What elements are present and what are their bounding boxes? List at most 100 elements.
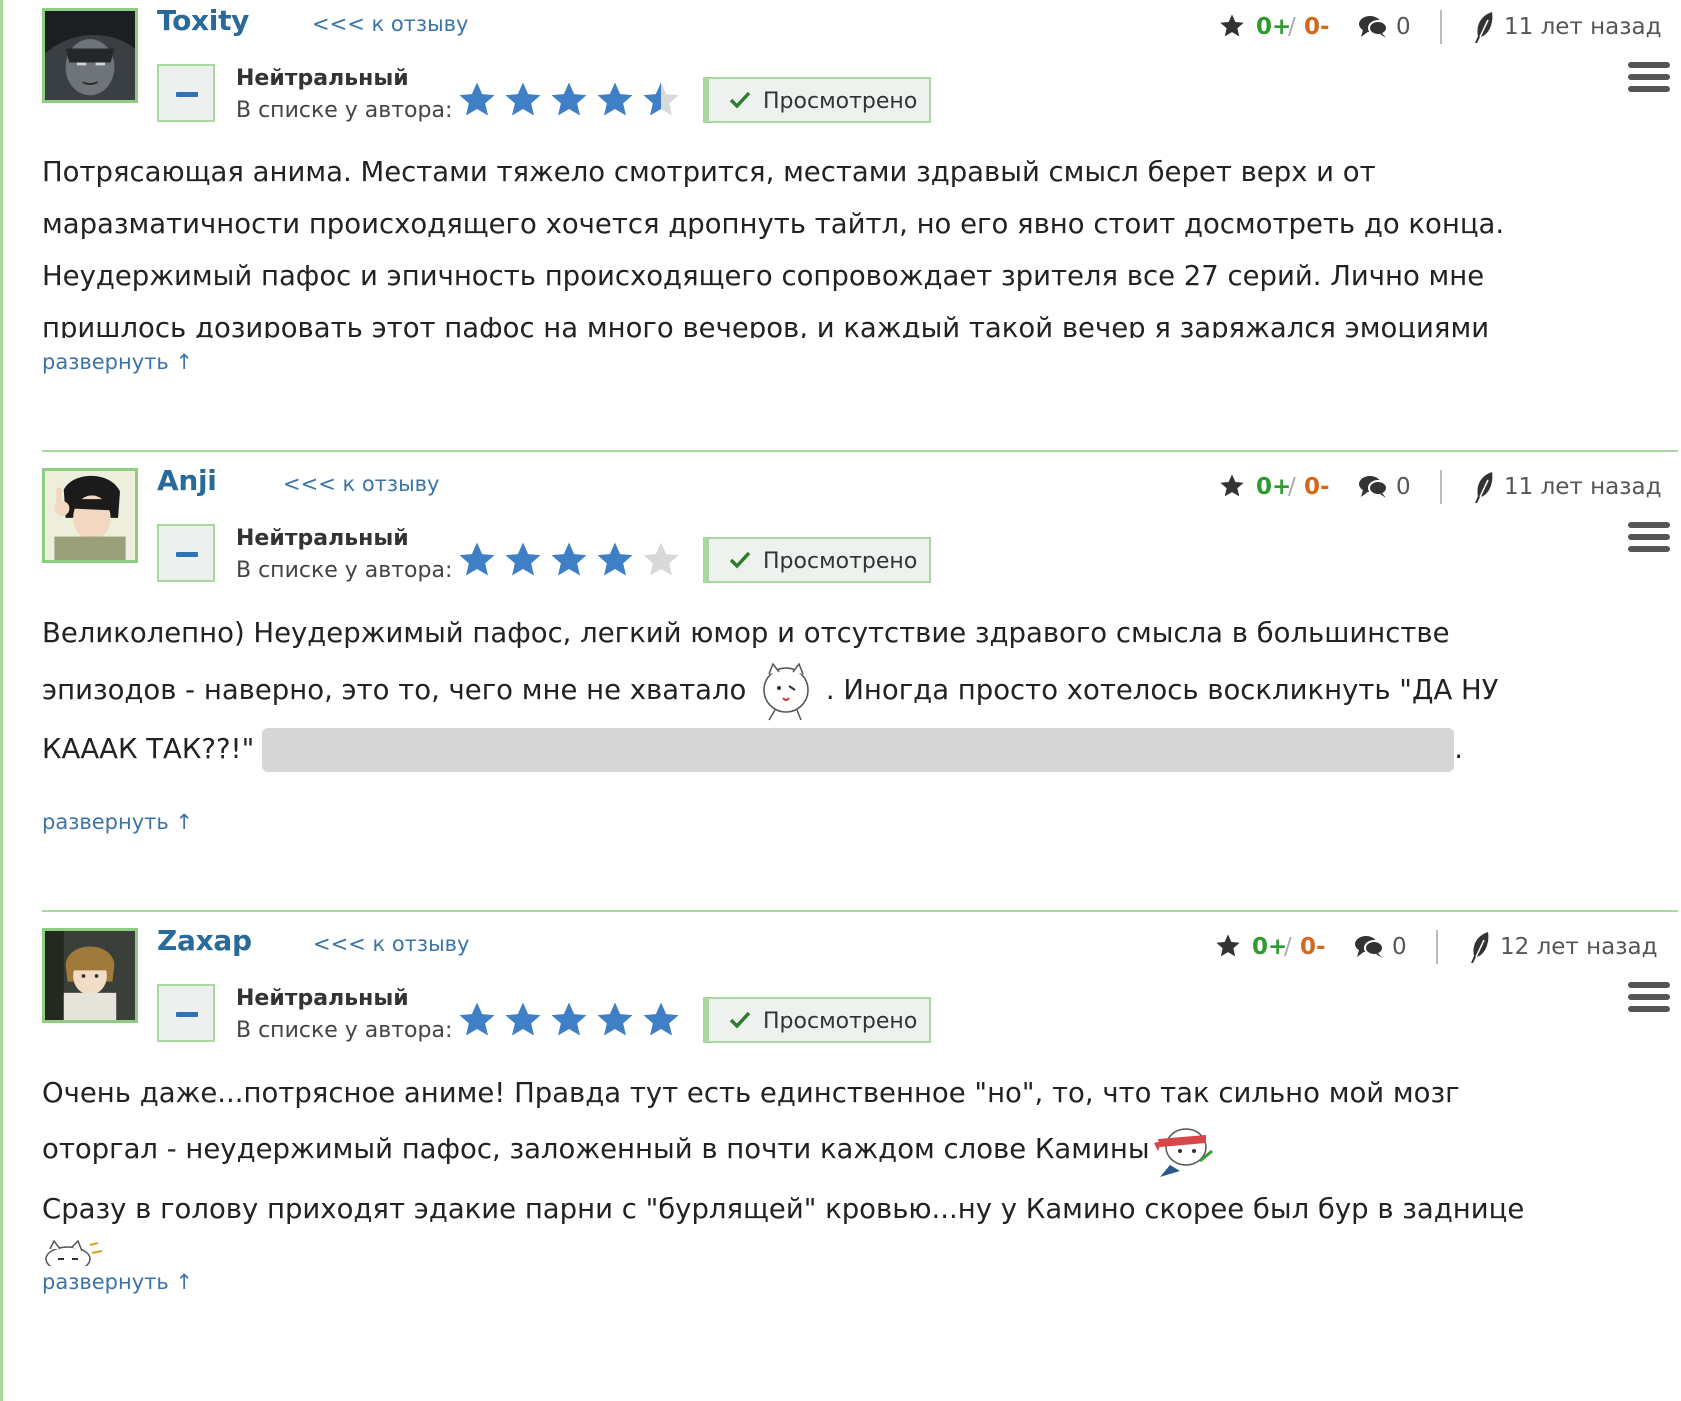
review-line: пришлось дозировать этот пафос на много …	[42, 312, 1490, 338]
watched-status-label: Просмотрено	[763, 89, 918, 114]
star-icon	[597, 82, 633, 116]
username[interactable]: Toxity	[157, 4, 249, 37]
star-icon	[551, 1002, 587, 1036]
review-meta: 0+ / 0- 0 12 лет назад	[1174, 930, 1674, 970]
back-to-review-link[interactable]: <<< к отзыву	[312, 12, 468, 36]
minus-icon	[176, 552, 198, 557]
cat-emoticon-icon	[763, 662, 809, 721]
rating-stars	[456, 1000, 682, 1040]
star-icon	[1216, 934, 1240, 957]
review-card: Zaxap <<< к отзыву 0+ / 0- 0 12 лет наза…	[42, 910, 1678, 1401]
watched-status-button[interactable]: Просмотрено	[703, 997, 931, 1043]
empty-star-icon	[643, 542, 679, 576]
feather-icon	[1475, 12, 1493, 43]
comments-count: 0	[1396, 474, 1411, 500]
review-line: Сразу в голову приходят эдакие парни с "…	[42, 1193, 1525, 1225]
ninja-emoticon-icon	[1153, 1128, 1213, 1177]
star-icon	[1220, 14, 1244, 37]
neutral-rating-button[interactable]	[157, 64, 215, 122]
star-icon	[505, 82, 541, 116]
rating-stars	[456, 540, 682, 580]
review-line: Очень даже...потрясное аниме! Правда тут…	[42, 1077, 1460, 1109]
watched-status-label: Просмотрено	[763, 549, 918, 574]
menu-icon[interactable]	[1628, 982, 1670, 1016]
vote-minus[interactable]: 0-	[1304, 14, 1330, 40]
review-line: эпизодов - наверно, это то, чего мне не …	[42, 674, 747, 706]
neutral-rating-button[interactable]	[157, 984, 215, 1042]
expand-link[interactable]: развернуть ↑	[42, 810, 193, 834]
check-icon	[729, 551, 751, 569]
feather-icon	[1471, 932, 1489, 963]
star-icon	[551, 82, 587, 116]
vote-minus[interactable]: 0-	[1300, 934, 1326, 960]
neutral-rating-button[interactable]	[157, 524, 215, 582]
review-type: Нейтральный	[236, 526, 409, 551]
watched-status-button[interactable]: Просмотрено	[703, 77, 931, 123]
divider	[1436, 930, 1438, 964]
in-author-list-label: В списке у автора:	[236, 98, 453, 123]
review-line: Великолепно) Неудержимый пафос, легкий ю…	[42, 617, 1450, 649]
half-star-icon	[643, 82, 679, 116]
minus-icon	[176, 92, 198, 97]
review-line: . Иногда просто хотелось воскликнуть "ДА…	[825, 674, 1499, 706]
review-meta: 0+ / 0- 0 11 лет назад	[1178, 10, 1678, 50]
star-icon	[1220, 474, 1244, 497]
comments-icon[interactable]	[1358, 14, 1388, 40]
minus-icon	[176, 1012, 198, 1017]
star-icon	[459, 82, 495, 116]
watched-status-label: Просмотрено	[763, 1009, 918, 1034]
review-line: оторгал - неудержимый пафос, заложенный …	[42, 1133, 1150, 1165]
check-icon	[729, 91, 751, 109]
vote-plus[interactable]: 0+	[1256, 474, 1291, 500]
username[interactable]: Zaxap	[157, 924, 252, 957]
back-to-review-link[interactable]: <<< к отзыву	[313, 932, 469, 956]
star-icon	[551, 542, 587, 576]
star-icon	[643, 1002, 679, 1036]
review-separator	[42, 910, 1678, 912]
vote-plus[interactable]: 0+	[1256, 14, 1291, 40]
watched-status-button[interactable]: Просмотрено	[703, 537, 931, 583]
review-type: Нейтральный	[236, 986, 409, 1011]
review-text: Очень даже...потрясное аниме! Правда тут…	[42, 1066, 1547, 1266]
rating-stars	[456, 80, 682, 120]
divider	[1440, 470, 1442, 504]
review-type: Нейтральный	[236, 66, 409, 91]
vote-minus[interactable]: 0-	[1304, 474, 1330, 500]
vote-plus[interactable]: 0+	[1252, 934, 1287, 960]
comments-count: 0	[1392, 934, 1407, 960]
star-icon	[597, 542, 633, 576]
spoiler-block[interactable]	[262, 728, 1455, 772]
review-card: Anji <<< к отзыву 0+ / 0- 0 11 лет назад…	[42, 450, 1678, 920]
comments-icon[interactable]	[1358, 474, 1388, 500]
vote-separator: /	[1284, 934, 1292, 960]
vote-separator: /	[1288, 14, 1296, 40]
in-author-list-label: В списке у автора:	[236, 1018, 453, 1043]
avatar[interactable]	[42, 468, 138, 563]
avatar[interactable]	[42, 928, 138, 1023]
review-line: маразматичности происходящего хочется др…	[42, 208, 1505, 240]
vote-separator: /	[1288, 474, 1296, 500]
review-date: 11 лет назад	[1504, 474, 1662, 500]
cat-emoticon-icon	[45, 1239, 103, 1266]
comments-icon[interactable]	[1354, 934, 1384, 960]
username[interactable]: Anji	[157, 464, 217, 497]
left-border	[0, 0, 3, 1401]
expand-link[interactable]: развернуть ↑	[42, 1270, 193, 1294]
review-text: Великолепно) Неудержимый пафос, легкий ю…	[42, 606, 1547, 802]
divider	[1440, 10, 1442, 44]
review-text: Потрясающая анима. Местами тяжело смотри…	[42, 146, 1547, 338]
feather-icon	[1475, 472, 1493, 503]
back-to-review-link[interactable]: <<< к отзыву	[283, 472, 439, 496]
avatar[interactable]	[42, 8, 138, 103]
review-line: .	[1454, 733, 1463, 765]
comments-count: 0	[1396, 14, 1411, 40]
check-icon	[729, 1011, 751, 1029]
review-line: Потрясающая анима. Местами тяжело смотри…	[42, 156, 1376, 188]
menu-icon[interactable]	[1628, 522, 1670, 556]
review-card: Toxity <<< к отзыву 0+ / 0- 0 11 лет наз…	[42, 0, 1678, 440]
expand-link[interactable]: развернуть ↑	[42, 350, 193, 374]
star-icon	[459, 1002, 495, 1036]
star-icon	[505, 1002, 541, 1036]
star-icon	[505, 542, 541, 576]
menu-icon[interactable]	[1628, 62, 1670, 96]
